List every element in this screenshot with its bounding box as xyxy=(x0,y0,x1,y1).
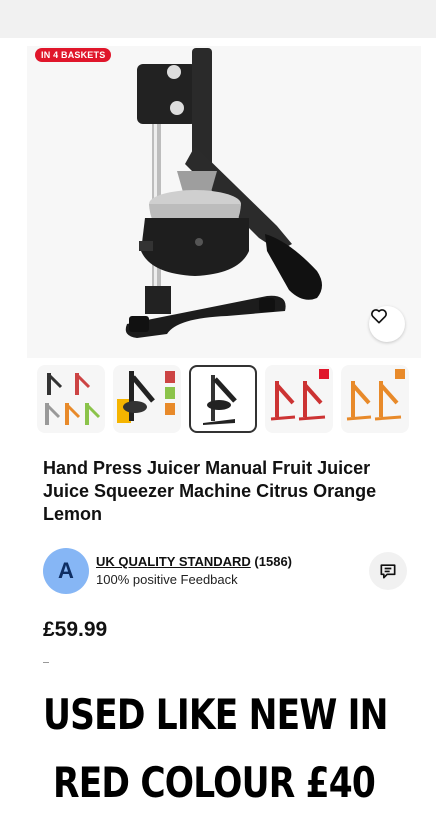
top-bar xyxy=(0,0,436,38)
thumbnail-3-image xyxy=(203,375,237,425)
thumbnail-3[interactable] xyxy=(189,365,257,433)
thumbnail-4-image xyxy=(270,369,329,421)
favorite-button[interactable] xyxy=(369,306,405,342)
caption-line-1: USED LIKE NEW IN xyxy=(43,690,389,739)
divider xyxy=(43,662,49,663)
caption-line-2: RED COLOUR £40 xyxy=(53,758,376,807)
chat-icon xyxy=(380,564,396,579)
thumbnail-2[interactable] xyxy=(113,365,181,433)
seller-name-line: UK QUALITY STANDARD (1586) xyxy=(96,554,292,569)
product-image[interactable]: IN 4 BASKETS xyxy=(27,46,421,358)
thumbnail-1[interactable] xyxy=(37,365,105,433)
thumbnail-4[interactable] xyxy=(265,365,333,433)
seller-feedback-count: (1586) xyxy=(254,554,292,569)
product-price: £59.99 xyxy=(43,618,108,641)
seller-info: A UK QUALITY STANDARD (1586) 100% positi… xyxy=(43,548,407,594)
in-baskets-badge: IN 4 BASKETS xyxy=(35,48,112,62)
thumbnail-2-image xyxy=(117,371,175,423)
thumbnail-5[interactable] xyxy=(341,365,409,433)
juicer-image xyxy=(125,48,322,338)
product-title: Hand Press Juicer Manual Fruit Juicer Ju… xyxy=(43,458,377,524)
thumbnail-strip[interactable] xyxy=(37,365,436,435)
heart-icon xyxy=(371,309,387,324)
seller-name-link[interactable]: UK QUALITY STANDARD xyxy=(96,554,251,569)
thumbnail-5-image xyxy=(346,369,405,421)
thumbnail-1-image xyxy=(45,373,101,425)
seller-feedback: 100% positive Feedback xyxy=(96,572,238,587)
message-seller-button[interactable] xyxy=(369,552,407,590)
seller-avatar[interactable]: A xyxy=(43,548,89,594)
